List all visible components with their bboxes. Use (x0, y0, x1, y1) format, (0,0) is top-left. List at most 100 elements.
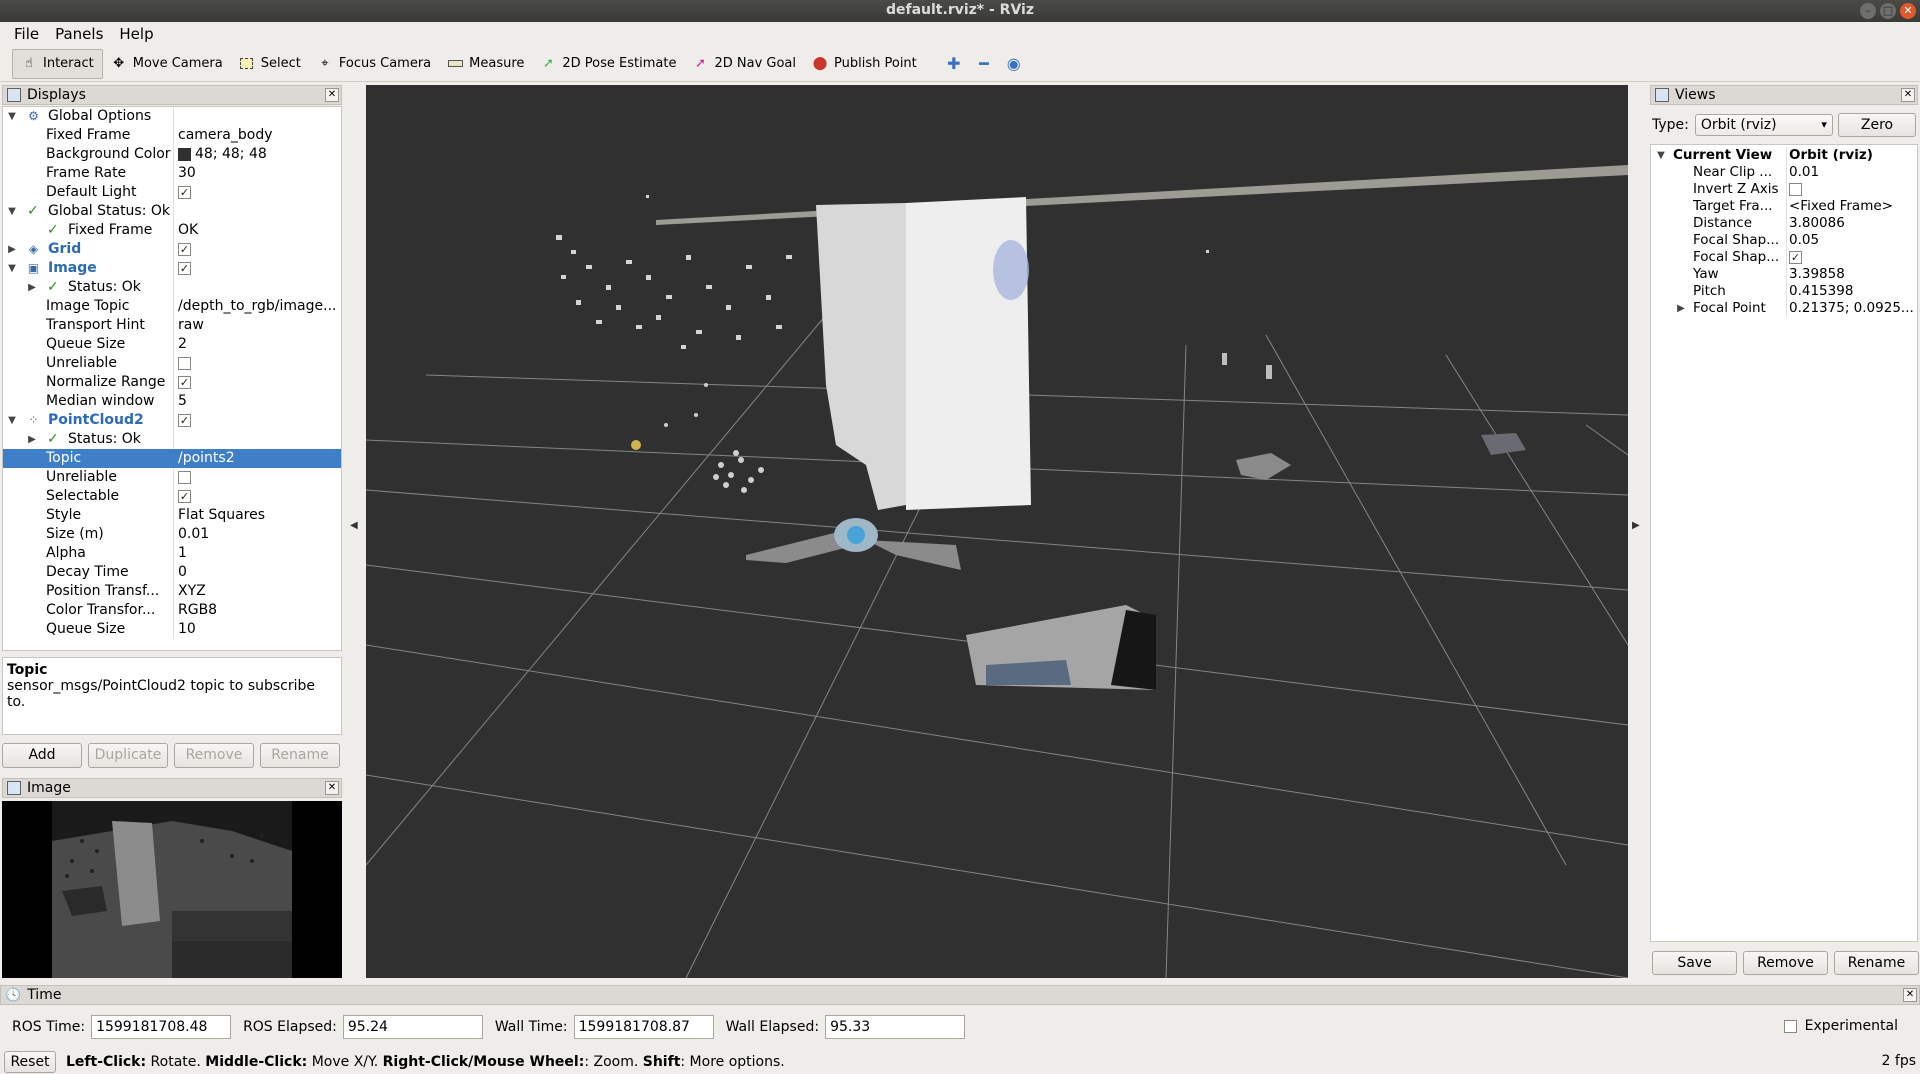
close-icon[interactable]: ✕ (1901, 88, 1915, 102)
wall-elapsed-field[interactable]: 95.33 (825, 1015, 966, 1039)
row-value[interactable]: <Fixed Frame> (1789, 198, 1917, 215)
zero-button[interactable]: Zero (1838, 113, 1916, 137)
row-value[interactable]: 0.01 (176, 525, 341, 544)
menu-help[interactable]: Help (111, 25, 161, 43)
image-enabled-checkbox[interactable]: ✓ (178, 261, 191, 275)
tool-move-camera[interactable]: ✥ Move Camera (103, 49, 231, 79)
view-row-focal-shape-size[interactable]: Focal Shap... 0.05 (1651, 232, 1917, 249)
row-value[interactable]: /points2 (176, 449, 341, 468)
row-value[interactable]: 0.01 (1789, 164, 1917, 181)
row-value[interactable]: 1 (176, 544, 341, 563)
3d-viewport[interactable] (366, 85, 1628, 978)
grid-enabled-checkbox[interactable]: ✓ (178, 242, 191, 256)
tree-row-image-status[interactable]: ▶ ✓ Status: Ok (3, 278, 341, 297)
remove-tool-icon[interactable]: ━ (969, 49, 999, 79)
reset-button[interactable]: Reset (4, 1050, 56, 1073)
view-row-target-frame[interactable]: Target Fra... <Fixed Frame> (1651, 198, 1917, 215)
row-value[interactable]: 30 (176, 164, 341, 183)
row-value[interactable]: 0.05 (1789, 232, 1917, 249)
pointcloud2-enabled-checkbox[interactable]: ✓ (178, 413, 191, 427)
tool-publish-point[interactable]: ⬤ Publish Point (804, 49, 925, 79)
row-value[interactable]: 0.415398 (1789, 283, 1917, 300)
row-value[interactable]: 48; 48; 48 (176, 145, 341, 164)
tree-row-global-options[interactable]: ▼ ⚙ Global Options (3, 107, 341, 126)
view-row-focal-point[interactable]: ▶ Focal Point 0.21375; 0.0925... (1651, 300, 1917, 317)
tool-focus-camera[interactable]: ⌖ Focus Camera (309, 49, 439, 79)
ros-elapsed-field[interactable]: 95.24 (342, 1015, 483, 1039)
view-row-distance[interactable]: Distance 3.80086 (1651, 215, 1917, 232)
tool-2d-pose-estimate[interactable]: ➚ 2D Pose Estimate (532, 49, 684, 79)
selectable-checkbox[interactable]: ✓ (178, 489, 191, 503)
row-value[interactable]: RGB8 (176, 601, 341, 620)
save-view-button[interactable]: Save (1652, 951, 1737, 975)
tree-row-style[interactable]: Style Flat Squares (3, 506, 341, 525)
view-row-current[interactable]: ▼ Current View Orbit (rviz) (1651, 147, 1917, 164)
focal-shape-fixed-checkbox[interactable]: ✓ (1789, 250, 1802, 264)
view-row-invert-z[interactable]: Invert Z Axis (1651, 181, 1917, 198)
tree-row-image[interactable]: ▼ ▣ Image ✓ (3, 259, 341, 278)
tool-select[interactable]: Select (231, 49, 309, 79)
close-icon[interactable]: ✕ (325, 781, 339, 795)
row-value[interactable]: raw (176, 316, 341, 335)
unreliable-checkbox[interactable] (178, 356, 191, 370)
tree-row-pc-unreliable[interactable]: Unreliable (3, 468, 341, 487)
add-button[interactable]: Add (2, 743, 82, 768)
maximize-icon[interactable]: □ (1880, 3, 1896, 19)
row-value[interactable]: 3.39858 (1789, 266, 1917, 283)
tree-row-position-transformer[interactable]: Position Transf... XYZ (3, 582, 341, 601)
tree-row-pointcloud2[interactable]: ▼ ⁘ PointCloud2 ✓ (3, 411, 341, 430)
tree-row-color-transformer[interactable]: Color Transfor... RGB8 (3, 601, 341, 620)
row-value[interactable]: Flat Squares (176, 506, 341, 525)
pc-unreliable-checkbox[interactable] (178, 470, 191, 484)
duplicate-button[interactable]: Duplicate (88, 743, 168, 768)
tree-row-size[interactable]: Size (m) 0.01 (3, 525, 341, 544)
row-value[interactable]: XYZ (176, 582, 341, 601)
collapse-left-icon[interactable]: ◀ (350, 520, 358, 531)
view-row-focal-shape-fixed[interactable]: Focal Shap... ✓ (1651, 249, 1917, 266)
tree-row-transport-hint[interactable]: Transport Hint raw (3, 316, 341, 335)
ros-time-field[interactable]: 1599181708.48 (91, 1015, 232, 1039)
tree-row-frame-rate[interactable]: Frame Rate 30 (3, 164, 341, 183)
tool-2d-nav-goal[interactable]: ➚ 2D Nav Goal (684, 49, 804, 79)
row-value[interactable]: 0 (176, 563, 341, 582)
tool-measure[interactable]: Measure (439, 49, 532, 79)
rename-view-button[interactable]: Rename (1834, 951, 1919, 975)
row-value[interactable]: camera_body (176, 126, 341, 145)
close-icon[interactable]: ✕ (325, 88, 339, 102)
tree-row-alpha[interactable]: Alpha 1 (3, 544, 341, 563)
row-value[interactable]: 10 (176, 620, 341, 639)
tree-row-default-light[interactable]: Default Light ✓ (3, 183, 341, 202)
row-value[interactable]: 0.21375; 0.0925... (1789, 300, 1917, 317)
menu-panels[interactable]: Panels (47, 25, 111, 43)
default-light-checkbox[interactable]: ✓ (178, 185, 191, 199)
wall-time-field[interactable]: 1599181708.87 (573, 1015, 714, 1039)
normalize-range-checkbox[interactable]: ✓ (178, 375, 191, 389)
tree-row-background-color[interactable]: Background Color 48; 48; 48 (3, 145, 341, 164)
tree-row-decay-time[interactable]: Decay Time 0 (3, 563, 341, 582)
row-value[interactable]: 3.80086 (1789, 215, 1917, 232)
invert-z-checkbox[interactable] (1789, 182, 1802, 196)
tree-row-topic[interactable]: Topic /points2 (3, 449, 341, 468)
experimental-checkbox[interactable] (1783, 1019, 1797, 1033)
view-row-yaw[interactable]: Yaw 3.39858 (1651, 266, 1917, 283)
minimize-icon[interactable]: – (1860, 3, 1876, 19)
view-row-pitch[interactable]: Pitch 0.415398 (1651, 283, 1917, 300)
remove-view-button[interactable]: Remove (1743, 951, 1828, 975)
tree-row-normalize-range[interactable]: Normalize Range ✓ (3, 373, 341, 392)
add-tool-icon[interactable]: ✚ (939, 49, 969, 79)
view-type-select[interactable]: Orbit (rviz) (1694, 114, 1833, 136)
remove-button[interactable]: Remove (174, 743, 254, 768)
row-value[interactable]: /depth_to_rgb/image... (176, 297, 341, 316)
tree-row-queue-size[interactable]: Queue Size 2 (3, 335, 341, 354)
tree-row-grid[interactable]: ▶ ◈ Grid ✓ (3, 240, 341, 259)
tree-row-fixed-frame[interactable]: Fixed Frame camera_body (3, 126, 341, 145)
close-icon[interactable]: ✕ (1903, 988, 1917, 1002)
tree-row-median-window[interactable]: Median window 5 (3, 392, 341, 411)
tree-row-selectable[interactable]: Selectable ✓ (3, 487, 341, 506)
tool-interact[interactable]: ☝ Interact (12, 48, 103, 79)
tree-row-pointcloud2-status[interactable]: ▶ ✓ Status: Ok (3, 430, 341, 449)
menu-file[interactable]: File (6, 25, 47, 43)
close-icon[interactable]: ✕ (1900, 3, 1916, 19)
row-value[interactable]: 5 (176, 392, 341, 411)
tree-row-pc-queue-size[interactable]: Queue Size 10 (3, 620, 341, 639)
